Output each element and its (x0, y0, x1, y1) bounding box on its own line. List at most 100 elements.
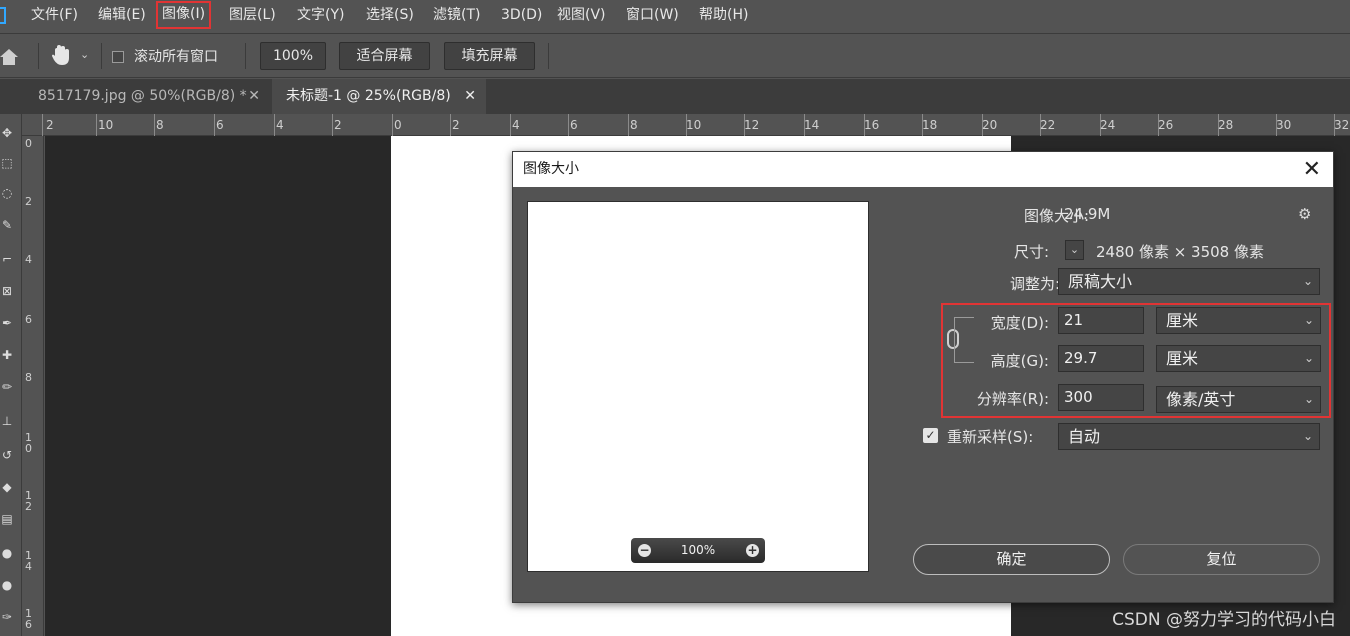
options-bar: ⌄ 滚动所有窗口 100% 适合屏幕 填充屏幕 (0, 33, 1350, 78)
close-icon[interactable]: ✕ (1303, 152, 1321, 187)
ruler-label: 4 (512, 118, 520, 132)
image-size-dialog: 图像大小 ✕ − 100% + 图像大小: 24.9M ⚙ 尺寸: ⌄ 2480… (512, 151, 1334, 603)
height-label: 高度(G): (990, 352, 1049, 370)
separator (38, 43, 39, 69)
ok-button[interactable]: 确定 (913, 544, 1110, 575)
gear-icon[interactable]: ⚙ (1298, 205, 1311, 223)
menu-view[interactable]: 视图(V) (557, 0, 606, 31)
chevron-down-icon: ⌄ (1303, 313, 1314, 327)
vertical-ruler: 0 2 4 6 8 10 12 14 16 (22, 136, 44, 636)
fit-screen-button[interactable]: 适合屏幕 (339, 42, 430, 70)
tab-8517179[interactable]: 8517179.jpg @ 50%(RGB/8) * ✕ (24, 79, 270, 114)
tab-untitled-1[interactable]: 未标题-1 @ 25%(RGB/8) ✕ (272, 79, 486, 114)
ruler-label: 12 (744, 118, 760, 132)
ruler-label: 32 (1334, 118, 1350, 132)
ruler-label: 2 (334, 118, 342, 132)
lasso-tool-icon[interactable]: ◌ (0, 186, 14, 200)
resolution-input[interactable]: 300 (1058, 384, 1144, 411)
frame-tool-icon[interactable]: ⊠ (0, 284, 14, 298)
hand-tool-icon[interactable] (51, 44, 71, 66)
blur-tool-icon[interactable]: ● (0, 546, 14, 560)
chevron-down-icon: ⌄ (1302, 429, 1313, 443)
dimensions-label: 尺寸: (1013, 243, 1049, 261)
resample-select[interactable]: 自动 ⌄ (1058, 423, 1320, 450)
ruler-label: 8 (630, 118, 638, 132)
ruler-label: 2 (452, 118, 460, 132)
ruler-label: 0 (394, 118, 402, 132)
ruler-label: 22 (1040, 118, 1056, 132)
image-size-value: 24.9M (1064, 205, 1111, 223)
menu-select[interactable]: 选择(S) (366, 0, 414, 31)
ruler-label: 6 (570, 118, 578, 132)
resolution-label: 分辨率(R): (976, 390, 1049, 408)
menu-file[interactable]: 文件(F) (31, 0, 78, 31)
ruler-label: 14 (804, 118, 820, 132)
menu-filter[interactable]: 滤镜(T) (433, 0, 480, 31)
dodge-tool-icon[interactable]: ● (0, 578, 14, 592)
menu-help[interactable]: 帮助(H) (699, 0, 748, 31)
move-tool-icon[interactable]: ✥ (0, 126, 14, 140)
csdn-watermark: CSDN @努力学习的代码小白 (1112, 610, 1336, 630)
pen-tool-icon[interactable]: ✑ (0, 610, 14, 624)
reset-button[interactable]: 复位 (1123, 544, 1320, 575)
resample-label: 重新采样(S): (947, 428, 1034, 446)
history-brush-tool-icon[interactable]: ↺ (0, 448, 14, 462)
ruler-label: 4 (25, 253, 32, 266)
home-icon[interactable] (0, 48, 20, 66)
resolution-unit-value: 像素/英寸 (1166, 390, 1236, 409)
menu-image[interactable]: 图像(I) (156, 1, 212, 29)
ruler-label: 16 (25, 607, 32, 631)
fill-screen-button[interactable]: 填充屏幕 (444, 42, 535, 70)
resolution-unit-select[interactable]: 像素/英寸 ⌄ (1156, 386, 1321, 413)
scroll-all-checkbox[interactable] (112, 51, 124, 63)
ruler-label: 18 (922, 118, 938, 132)
menu-3d[interactable]: 3D(D) (501, 0, 542, 31)
document-tab-bar: 8517179.jpg @ 50%(RGB/8) * ✕ 未标题-1 @ 25%… (0, 79, 1350, 114)
width-unit-value: 厘米 (1166, 311, 1199, 330)
menu-layer[interactable]: 图层(L) (229, 0, 276, 31)
ruler-label: 20 (982, 118, 998, 132)
height-input[interactable]: 29.7 (1058, 345, 1144, 372)
close-icon[interactable]: ✕ (464, 79, 476, 114)
healing-brush-tool-icon[interactable]: ✚ (0, 348, 14, 362)
width-unit-select[interactable]: 厘米 ⌄ (1156, 307, 1321, 334)
resample-checkbox[interactable]: ✓ (923, 428, 938, 443)
chevron-down-icon: ⌄ (1303, 351, 1314, 365)
image-preview[interactable]: − 100% + (527, 201, 869, 572)
zoom-in-icon[interactable]: + (746, 544, 759, 557)
eraser-tool-icon[interactable]: ◆ (0, 480, 14, 494)
height-unit-value: 厘米 (1166, 349, 1199, 368)
width-label: 宽度(D): (990, 314, 1049, 332)
menu-window[interactable]: 窗口(W) (626, 0, 679, 31)
dimensions-chevron-down-icon[interactable]: ⌄ (1065, 240, 1084, 260)
zoom-100-button[interactable]: 100% (260, 42, 326, 70)
separator (548, 43, 549, 69)
crop-tool-icon[interactable]: ⌐ (0, 252, 14, 266)
dialog-title-bar[interactable]: 图像大小 ✕ (513, 152, 1333, 187)
close-icon[interactable]: ✕ (248, 79, 260, 114)
menu-type[interactable]: 文字(Y) (297, 0, 344, 31)
photoshop-logo-icon[interactable] (0, 7, 6, 24)
gradient-tool-icon[interactable]: ▤ (0, 512, 14, 526)
brush-tool-icon[interactable]: ✏ (0, 380, 14, 394)
scroll-all-label: 滚动所有窗口 (134, 49, 218, 65)
ruler-label: 26 (1158, 118, 1174, 132)
ruler-label: 30 (1276, 118, 1292, 132)
menu-edit[interactable]: 编辑(E) (98, 0, 146, 31)
chevron-down-icon[interactable]: ⌄ (80, 48, 89, 61)
fit-to-select[interactable]: 原稿大小 ⌄ (1058, 268, 1320, 295)
eyedropper-tool-icon[interactable]: ✒ (0, 316, 14, 330)
menu-bar: 文件(F) 编辑(E) 图像(I) 图层(L) 文字(Y) 选择(S) 滤镜(T… (0, 0, 1350, 31)
quick-select-tool-icon[interactable]: ✎ (0, 218, 14, 232)
ruler-label: 0 (25, 137, 32, 150)
chevron-down-icon: ⌄ (1303, 392, 1314, 406)
clone-stamp-tool-icon[interactable]: ⊥ (0, 414, 14, 428)
width-input[interactable]: 21 (1058, 307, 1144, 334)
link-bracket (954, 317, 974, 363)
ruler-label: 6 (25, 313, 32, 326)
ruler-label: 24 (1100, 118, 1116, 132)
dialog-title: 图像大小 (523, 161, 579, 177)
height-unit-select[interactable]: 厘米 ⌄ (1156, 345, 1321, 372)
marquee-tool-icon[interactable]: ⬚ (0, 156, 14, 170)
separator (245, 43, 246, 69)
